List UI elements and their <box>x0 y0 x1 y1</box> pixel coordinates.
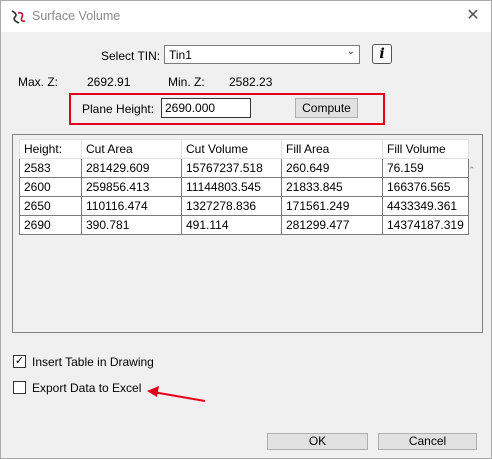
window-title: Surface Volume <box>32 9 121 23</box>
plane-height-label: Plane Height: <box>82 102 155 116</box>
table-cell: 259856.413 <box>81 177 182 197</box>
insert-table-checkbox[interactable]: ✓ <box>13 355 26 368</box>
table-cell: 2650 <box>19 196 82 216</box>
info-icon[interactable]: i <box>372 44 392 64</box>
plane-height-input[interactable]: 2690.000 <box>161 98 251 118</box>
ok-button[interactable]: OK <box>267 433 368 450</box>
surface-volume-dialog: Surface Volume ✕ Select TIN: Tin1 ⌄ i Ma… <box>0 0 492 459</box>
column-header: Cut Area <box>81 139 182 159</box>
column-header: Cut Volume <box>181 139 282 159</box>
table-cell: 4433349.361 <box>382 196 469 216</box>
tin-dropdown-value: Tin1 <box>169 48 192 62</box>
max-z-label: Max. Z: <box>18 75 59 89</box>
column-header: Fill Area <box>281 139 383 159</box>
table-cell: 76.159 <box>382 158 469 178</box>
column-header: Height: <box>19 139 82 159</box>
close-icon[interactable]: ✕ <box>459 4 487 28</box>
insert-table-label: Insert Table in Drawing <box>32 355 154 369</box>
table-cell: 390.781 <box>81 215 182 235</box>
min-z-value: 2582.23 <box>229 75 273 89</box>
red-arrow-annotation <box>147 386 206 402</box>
max-z-value: 2692.91 <box>87 75 131 89</box>
table-row[interactable]: 2690 390.781 491.114 281299.477 14374187… <box>19 215 469 235</box>
table-cell: 491.114 <box>181 215 282 235</box>
table-cell: 281429.609 <box>81 158 182 178</box>
results-panel: Height: Cut Area Cut Volume Fill Area Fi… <box>12 134 483 333</box>
title-bar: Surface Volume ✕ <box>1 1 491 32</box>
export-excel-checkbox[interactable] <box>13 381 26 394</box>
checkmark-icon: ✓ <box>14 355 25 367</box>
select-tin-label: Select TIN: <box>101 49 161 63</box>
table-row[interactable]: 2650 110116.474 1327278.836 171561.249 4… <box>19 196 469 216</box>
table-cell: 2690 <box>19 215 82 235</box>
table-row[interactable]: 2600 259856.413 11144803.545 21833.845 1… <box>19 177 469 197</box>
cancel-button[interactable]: Cancel <box>378 433 477 450</box>
table-cell: 21833.845 <box>281 177 383 197</box>
table-cell: 2583 <box>19 158 82 178</box>
compute-button[interactable]: Compute <box>295 98 358 118</box>
app-icon <box>11 10 26 24</box>
table-cell: 166376.565 <box>382 177 469 197</box>
table-row[interactable]: 2583 281429.609 15767237.518 260.649 76.… <box>19 158 469 178</box>
table-cell: 2600 <box>19 177 82 197</box>
table-cell: 260.649 <box>281 158 383 178</box>
table-cell: 171561.249 <box>281 196 383 216</box>
min-z-label: Min. Z: <box>168 75 205 89</box>
table-cell: 14374187.319 <box>382 215 469 235</box>
chevron-down-icon: ⌄ <box>346 46 355 57</box>
column-header: Fill Volume <box>382 139 469 159</box>
table-cell: 110116.474 <box>81 196 182 216</box>
tin-dropdown[interactable]: Tin1 ⌄ <box>164 45 360 64</box>
table-cell: 11144803.545 <box>181 177 282 197</box>
table-cell: 15767237.518 <box>181 158 282 178</box>
scroll-up-icon[interactable]: ⌃ <box>468 165 476 176</box>
results-table: Height: Cut Area Cut Volume Fill Area Fi… <box>19 139 469 235</box>
export-excel-label: Export Data to Excel <box>32 381 142 395</box>
table-cell: 1327278.836 <box>181 196 282 216</box>
table-cell: 281299.477 <box>281 215 383 235</box>
